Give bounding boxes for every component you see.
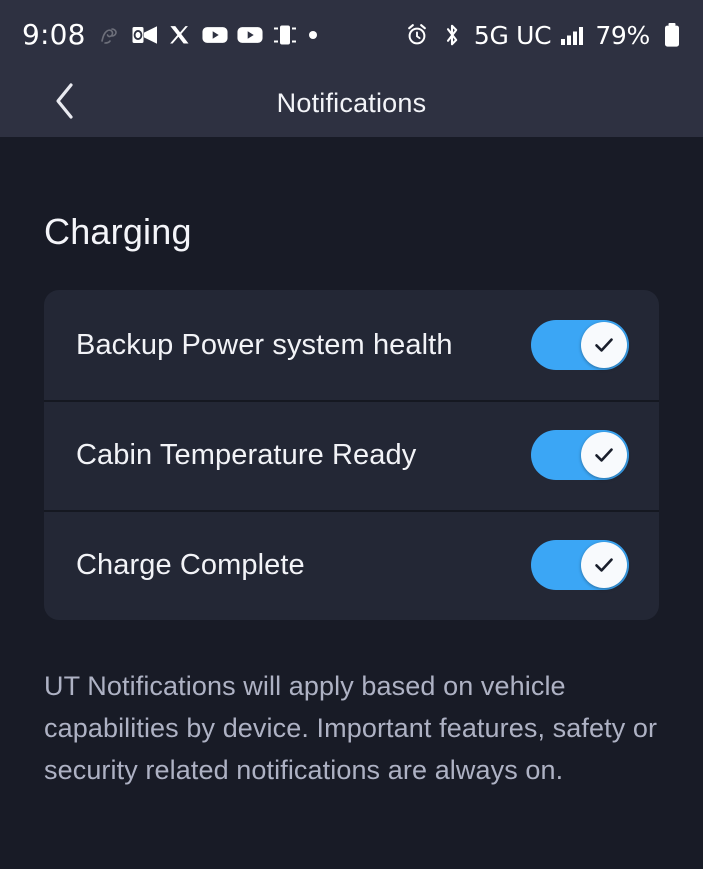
content-area: Charging Backup Power system health Cabi… <box>0 137 703 792</box>
status-bar: 9:08 5G UC 79% <box>0 0 703 70</box>
row-label: Cabin Temperature Ready <box>76 438 417 471</box>
back-button[interactable] <box>40 80 88 128</box>
app-faded-icon <box>97 22 123 48</box>
table-row[interactable]: Cabin Temperature Ready <box>44 400 659 510</box>
network-type-label: 5G UC <box>473 20 552 50</box>
status-bar-right: 5G UC 79% <box>404 22 685 48</box>
table-row[interactable]: Charge Complete <box>44 510 659 620</box>
youtube-music-icon <box>237 22 263 48</box>
page-title: Notifications <box>276 88 427 118</box>
screen-cast-icon <box>272 22 298 48</box>
toggle-cabin-temperature-ready[interactable] <box>531 430 629 480</box>
check-icon <box>591 552 617 578</box>
check-icon <box>591 332 617 358</box>
battery-icon <box>659 22 685 48</box>
footnote-text: UT Notifications will apply based on veh… <box>44 671 658 785</box>
more-dot-icon <box>308 31 317 39</box>
check-icon <box>591 442 617 468</box>
youtube-icon <box>202 22 228 48</box>
bluetooth-icon <box>439 22 465 48</box>
toggle-knob <box>581 432 627 478</box>
notification-settings-card: Backup Power system health Cabin Tempera… <box>44 290 659 620</box>
battery-percent-label: 79% <box>595 20 650 50</box>
table-row[interactable]: Backup Power system health <box>44 290 659 400</box>
status-bar-left: 9:08 <box>22 21 317 49</box>
chevron-left-icon <box>51 81 77 126</box>
status-time: 9:08 <box>22 18 86 51</box>
row-label: Charge Complete <box>76 548 305 581</box>
alarm-clock-icon <box>404 22 430 48</box>
row-label: Backup Power system health <box>76 328 453 361</box>
x-twitter-icon <box>167 22 193 48</box>
section-title-charging: Charging <box>44 211 192 252</box>
toggle-charge-complete[interactable] <box>531 540 629 590</box>
outlook-meeting-icon <box>132 22 158 48</box>
toggle-knob <box>581 542 627 588</box>
signal-bars-icon <box>560 22 586 48</box>
app-header: Notifications <box>0 70 703 137</box>
toggle-knob <box>581 322 627 368</box>
toggle-backup-power-system-health[interactable] <box>531 320 629 370</box>
